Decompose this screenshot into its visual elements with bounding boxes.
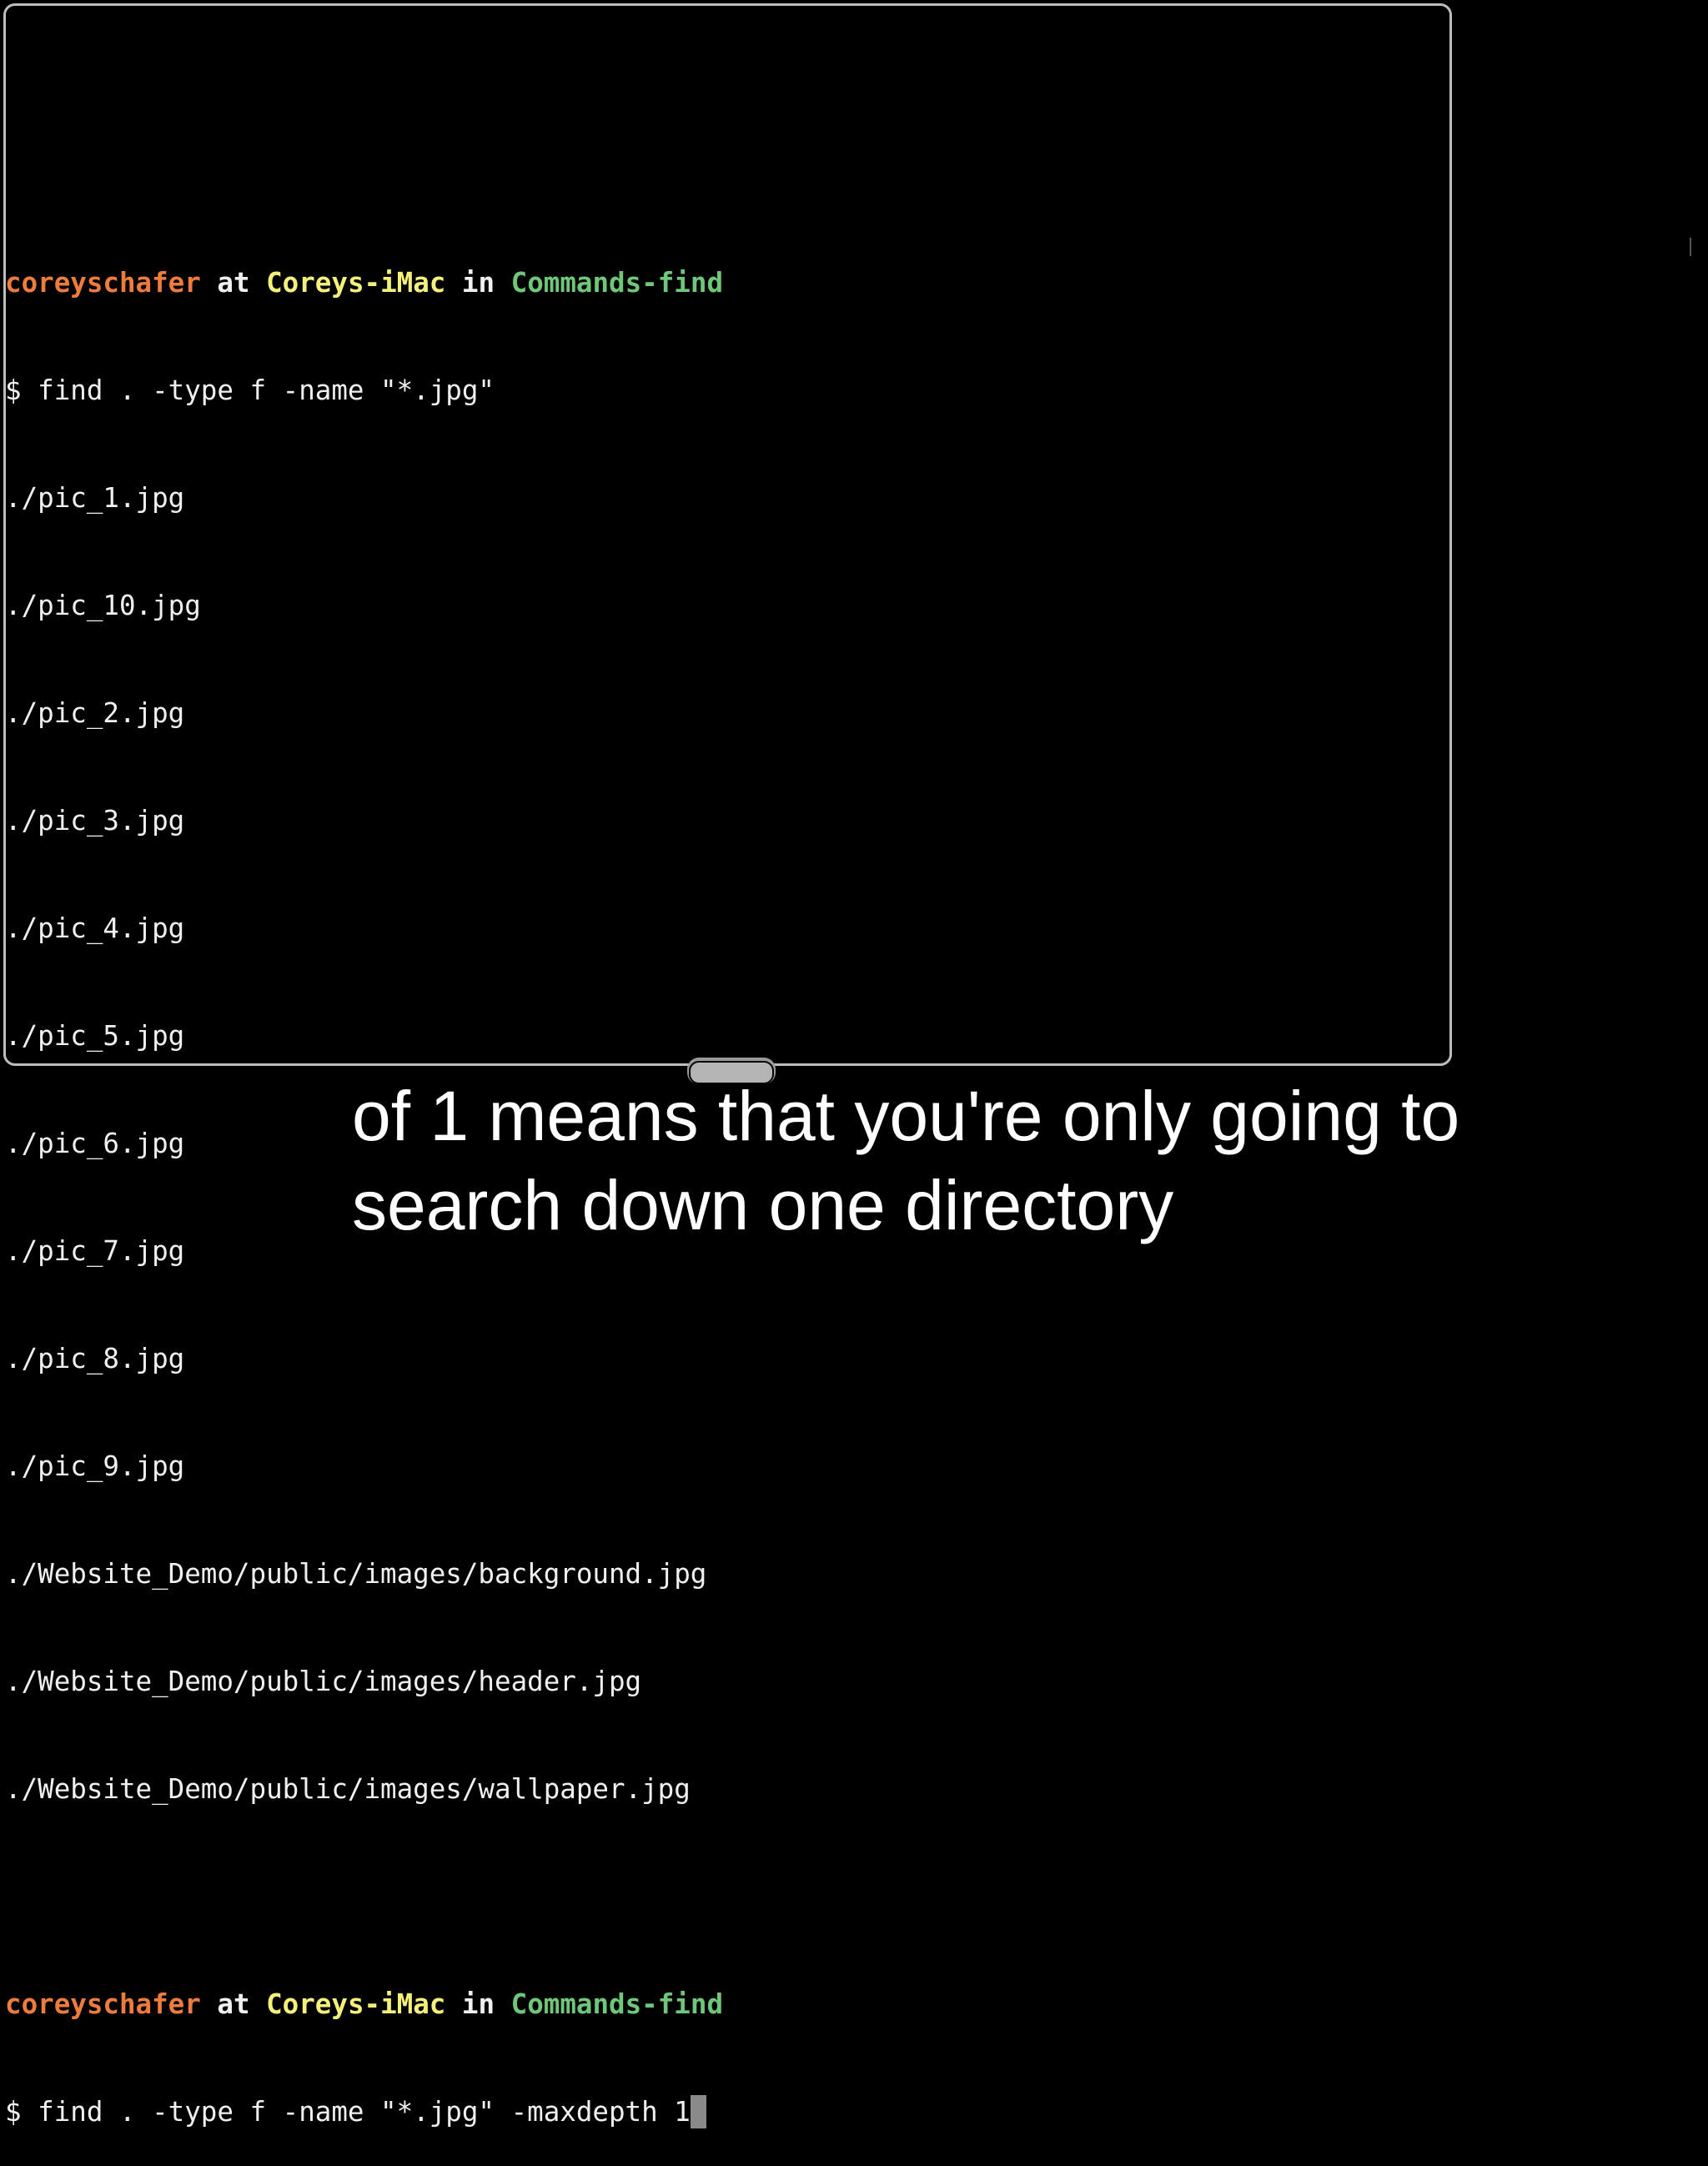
text-cursor: [690, 2095, 706, 2128]
output-line: ./pic_1.jpg: [5, 482, 185, 514]
prompt-dir: Commands-find: [510, 267, 724, 299]
output-line: ./Website_Demo/public/images/wallpaper.j…: [5, 1773, 691, 1805]
output-line: ./Website_Demo/public/images/header.jpg: [5, 1666, 642, 1697]
caption: of 1 means that you're only going to sea…: [352, 1072, 1459, 1250]
prompt-line: coreyschafer at Coreys-iMac in Commands-…: [5, 1987, 723, 2023]
command-input-line[interactable]: $ find . -type f -name "*.jpg" -maxdepth…: [5, 2094, 723, 2130]
prompt-user: coreyschafer: [5, 267, 201, 299]
output-line: ./Website_Demo/public/images/background.…: [5, 1558, 707, 1590]
prompt-user: coreyschafer: [5, 1988, 201, 2020]
output-line: ./pic_4.jpg: [5, 912, 185, 944]
caption-line-1: of 1 means that you're only going to: [352, 1077, 1460, 1155]
command-line: $ find . -type f -name "*.jpg": [5, 374, 495, 406]
output-line: ./pic_2.jpg: [5, 697, 185, 729]
command-input[interactable]: $ find . -type f -name "*.jpg" -maxdepth…: [5, 2096, 691, 2128]
prompt-host: Coreys-iMac: [266, 267, 446, 299]
prompt-line: coreyschafer at Coreys-iMac in Commands-…: [5, 265, 723, 301]
prompt-in: in: [461, 267, 495, 299]
output-line: ./pic_5.jpg: [5, 1020, 185, 1052]
output-line: ./pic_9.jpg: [5, 1450, 185, 1482]
prompt-in: in: [461, 1988, 495, 2020]
caption-line-2: search down one directory: [352, 1166, 1174, 1244]
output-line: ./pic_10.jpg: [5, 590, 201, 621]
prompt-at: at: [217, 267, 250, 299]
prompt-host: Coreys-iMac: [266, 1988, 446, 2020]
scroll-indicator: [1690, 238, 1691, 256]
output-line: ./pic_3.jpg: [5, 805, 185, 837]
prompt-at: at: [217, 1988, 250, 2020]
prompt-dir: Commands-find: [510, 1988, 724, 2020]
output-line: ./pic_8.jpg: [5, 1343, 185, 1374]
